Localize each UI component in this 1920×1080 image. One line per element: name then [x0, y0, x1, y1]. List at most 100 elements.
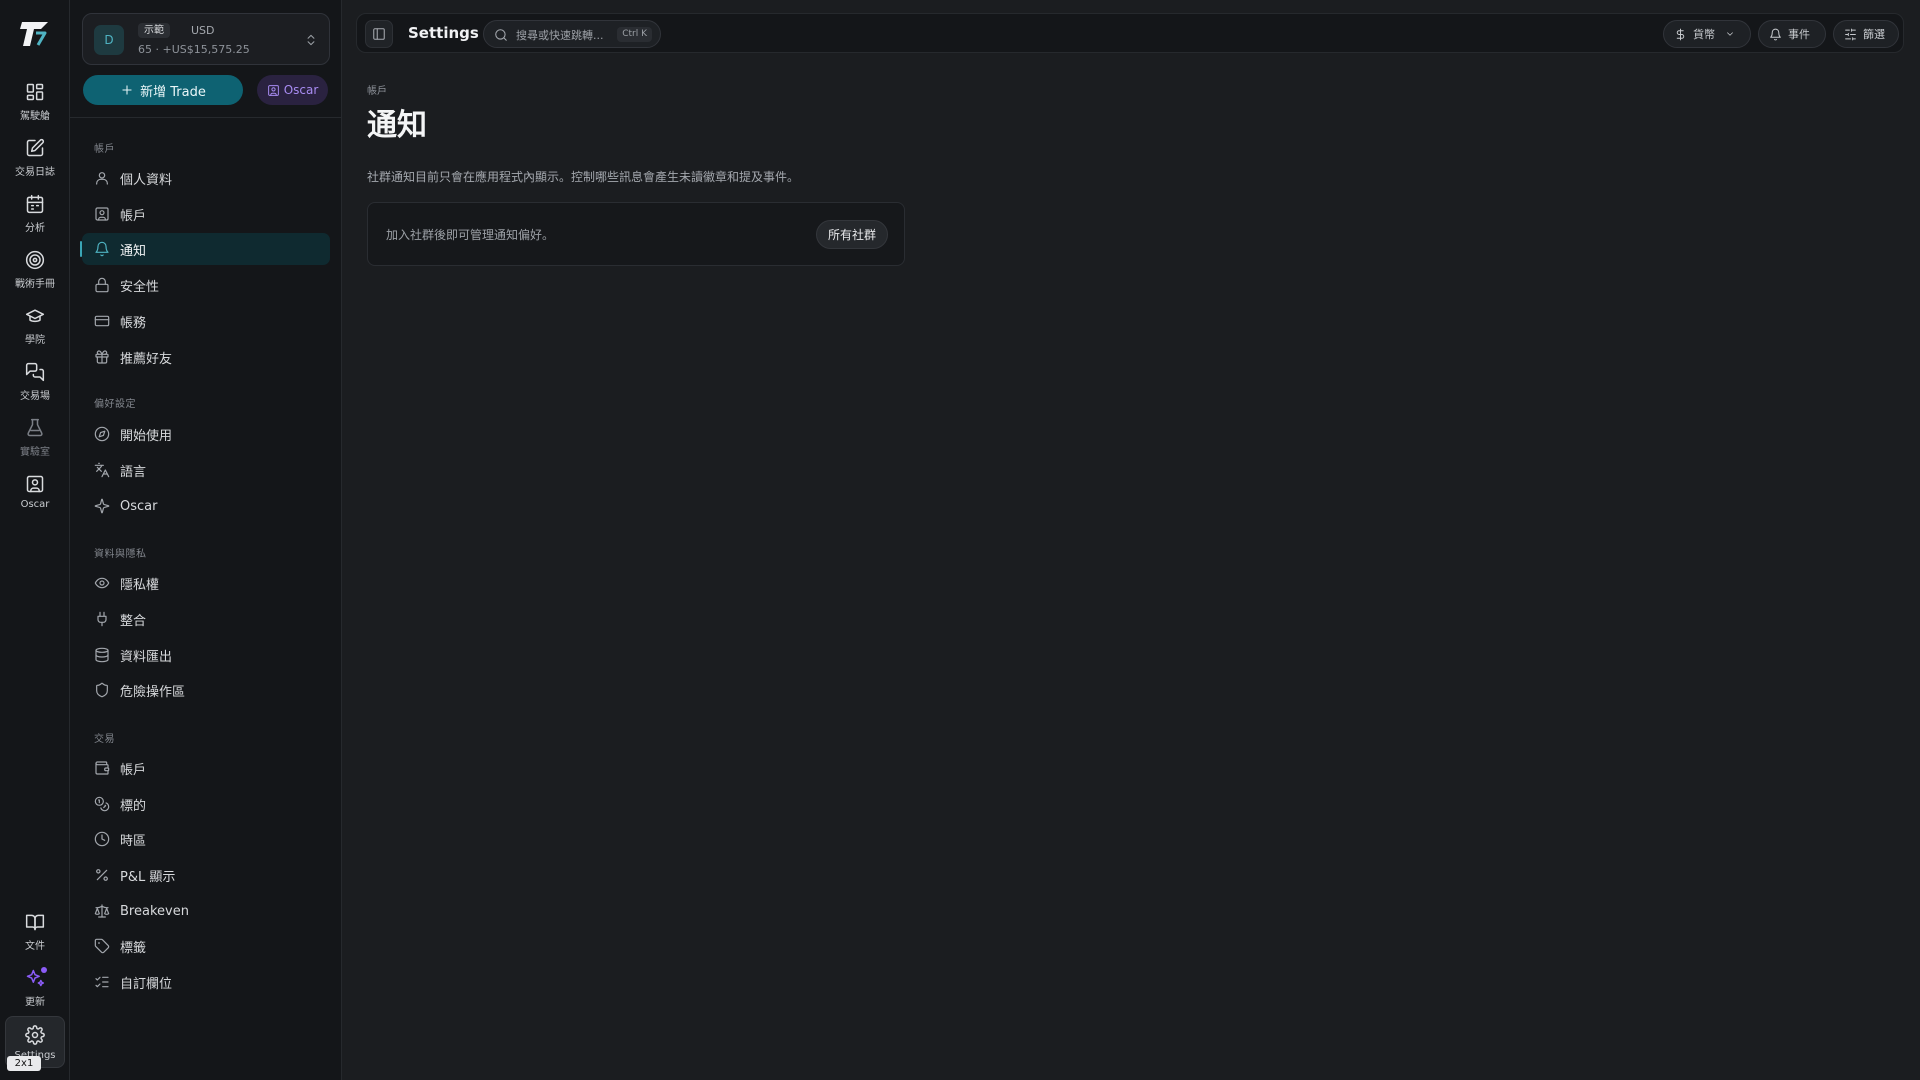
id-card-icon [94, 206, 110, 222]
nav-item-label: 安全性 [120, 279, 160, 295]
nav-item-label: 時區 [120, 833, 147, 849]
rail-item-lab[interactable]: 實驗室 [5, 414, 65, 466]
nav-item-privacy[interactable]: 隱私權 [82, 567, 330, 599]
nav-item-label: 推薦好友 [120, 351, 173, 367]
sidebar-toggle-button[interactable] [365, 20, 393, 48]
nav-item-tags[interactable]: 標籤 [82, 930, 330, 962]
rail-item-label: 駕駛艙 [20, 111, 50, 122]
plug-icon [94, 611, 110, 627]
book-icon [25, 912, 45, 932]
nav-item-instruments[interactable]: 標的 [82, 788, 330, 820]
chevron-down-icon [1725, 29, 1735, 39]
sliders-icon [1844, 28, 1857, 41]
bot-icon [25, 474, 45, 494]
rail-item-label: 更新 [25, 997, 45, 1008]
rail-item-journal[interactable]: 交易日誌 [5, 134, 65, 186]
nav-item-danger-zone[interactable]: 危險操作區 [82, 674, 330, 706]
app-logo[interactable] [19, 18, 51, 50]
search-shortcut-badge: Ctrl K [617, 27, 652, 42]
nav-item-label: 帳務 [120, 315, 147, 331]
nav-item-label: 危險操作區 [120, 684, 186, 700]
scale-icon [94, 903, 110, 919]
user-icon [94, 170, 110, 186]
rail-item-label: 實驗室 [20, 447, 50, 458]
nav-item-label: 標的 [120, 798, 147, 814]
nav-item-label: 標籤 [120, 940, 147, 956]
nav-item-trading-accounts[interactable]: 帳戶 [82, 752, 330, 784]
search-icon [494, 28, 508, 42]
rail-item-updates[interactable]: 更新 [5, 964, 65, 1016]
nav-item-label: 個人資料 [120, 172, 173, 188]
section-title-account: 帳戶 [94, 144, 115, 155]
list-check-icon [94, 974, 110, 990]
credit-card-icon [94, 313, 110, 329]
account-switcher[interactable]: D 示範 USD 65 · +US$15,575.25 [82, 13, 330, 65]
bell-icon [94, 241, 110, 257]
nav-item-custom-fields[interactable]: 自訂欄位 [82, 966, 330, 998]
rail-item-label: 交易場 [20, 391, 50, 402]
nav-item-label: 資料匯出 [120, 649, 173, 665]
rail-item-playbook[interactable]: 戰術手冊 [5, 246, 65, 298]
nav-item-label: Oscar [120, 498, 158, 514]
plus-icon [120, 83, 134, 97]
new-trade-button[interactable]: 新增 Trade [83, 75, 243, 105]
panel-left-icon [372, 27, 386, 41]
coins-icon [94, 796, 110, 812]
chevron-up-down-icon [304, 31, 318, 49]
nav-item-timezone[interactable]: 時區 [82, 823, 330, 855]
rail-item-academy[interactable]: 學院 [5, 302, 65, 354]
page-description: 社群通知目前只會在應用程式內顯示。控制哪些訊息會產生未讀徽章和提及事件。 [367, 170, 800, 184]
filter-label: 篩選 [1863, 28, 1885, 41]
nav-item-profile[interactable]: 個人資料 [82, 162, 330, 194]
rail-item-label: 交易日誌 [15, 167, 55, 178]
nav-item-account[interactable]: 帳戶 [82, 198, 330, 230]
nav-item-notifications[interactable]: 通知 [80, 233, 330, 265]
target-icon [25, 250, 45, 270]
sidebar-divider [70, 117, 342, 118]
events-label: 事件 [1788, 28, 1810, 41]
percent-icon [94, 867, 110, 883]
flask-icon [25, 418, 45, 438]
notice-card: 加入社群後即可管理通知偏好。 所有社群 [367, 202, 905, 266]
nav-item-label: 語言 [120, 464, 147, 480]
search-input[interactable]: 搜尋或快速跳轉... Ctrl K [483, 20, 661, 48]
database-icon [94, 647, 110, 663]
rail-item-analytics[interactable]: 分析 [5, 190, 65, 242]
graduation-cap-icon [25, 306, 45, 326]
events-button[interactable]: 事件 [1758, 20, 1826, 48]
nav-item-referral[interactable]: 推薦好友 [82, 341, 330, 373]
nav-item-label: 開始使用 [120, 428, 173, 444]
journal-edit-icon [25, 138, 45, 158]
topbar-title: Settings [408, 24, 479, 42]
nav-item-billing[interactable]: 帳務 [82, 305, 330, 337]
nav-item-language[interactable]: 語言 [82, 454, 330, 486]
nav-item-oscar[interactable]: Oscar [82, 490, 330, 522]
calendar-icon [25, 194, 45, 214]
rail-item-oscar[interactable]: Oscar [5, 470, 65, 522]
dashboard-icon [25, 82, 45, 102]
nav-item-getting-started[interactable]: 開始使用 [82, 418, 330, 450]
currency-label: 貨幣 [1693, 28, 1715, 41]
translate-icon [94, 462, 110, 478]
account-avatar: D [94, 25, 124, 55]
lock-icon [94, 277, 110, 293]
rail-item-dashboard[interactable]: 駕駛艙 [5, 78, 65, 130]
nav-item-label: Breakeven [120, 903, 189, 919]
rail-item-docs[interactable]: 文件 [5, 908, 65, 960]
nav-item-security[interactable]: 安全性 [82, 269, 330, 301]
all-communities-button[interactable]: 所有社群 [815, 220, 888, 249]
nav-item-label: 通知 [120, 243, 147, 259]
nav-item-breakeven[interactable]: Breakeven [82, 895, 330, 927]
search-placeholder: 搜尋或快速跳轉... [516, 29, 604, 42]
nav-item-data-export[interactable]: 資料匯出 [82, 639, 330, 671]
nav-item-integrations[interactable]: 整合 [82, 603, 330, 635]
rail-item-trading-floor[interactable]: 交易場 [5, 358, 65, 410]
oscar-button[interactable]: Oscar [257, 75, 328, 105]
breadcrumb: 帳戶 [367, 86, 387, 97]
scale-badge: 2x1 [7, 1056, 41, 1071]
currency-dropdown[interactable]: 貨幣 [1663, 20, 1751, 48]
chat-icon [25, 362, 45, 382]
filter-button[interactable]: 篩選 [1833, 20, 1899, 48]
nav-item-pnl-display[interactable]: P&L 顯示 [82, 859, 330, 891]
section-title-trading: 交易 [94, 734, 115, 745]
